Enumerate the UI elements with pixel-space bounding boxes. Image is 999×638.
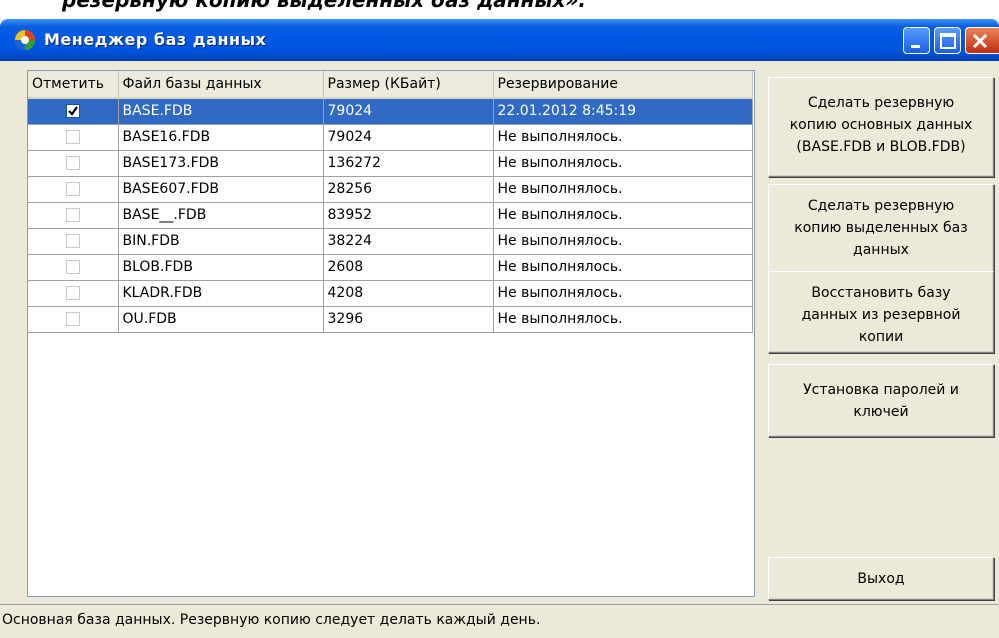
button-label-line: данных из резервной xyxy=(801,307,961,323)
exit-button-label: Выход xyxy=(857,571,905,587)
table-row[interactable]: OU.FDB 3296 Не выполнялось. xyxy=(28,306,753,333)
button-label-line: Восстановить базу xyxy=(811,285,951,301)
button-label-line: копию выделенных баз xyxy=(794,220,968,236)
database-list[interactable]: Отметить Файл базы данных Размер (КБайт)… xyxy=(27,70,755,597)
table-row[interactable]: BASE16.FDB 79024 Не выполнялось. xyxy=(28,124,753,151)
minimize-button[interactable] xyxy=(903,27,930,54)
status-text: Основная база данных. Резервную копию сл… xyxy=(2,612,541,628)
button-label-line: Сделать резервную xyxy=(807,198,955,214)
backup-status-cell: Не выполнялось. xyxy=(493,228,753,255)
table-row[interactable]: BASE__.FDB 83952 Не выполнялось. xyxy=(28,202,753,229)
status-bar: Основная база данных. Резервную копию сл… xyxy=(0,604,999,638)
row-checkbox[interactable] xyxy=(65,234,80,248)
set-passwords-button[interactable]: Установка паролей и ключей xyxy=(768,364,994,437)
column-header-file[interactable]: Файл базы данных xyxy=(118,71,324,99)
file-name-cell: BIN.FDB xyxy=(118,228,324,255)
backup-status-cell: Не выполнялось. xyxy=(493,176,753,203)
backup-status-cell: Не выполнялось. xyxy=(493,150,753,177)
exit-button[interactable]: Выход xyxy=(768,557,994,600)
close-icon xyxy=(972,33,988,49)
mark-cell xyxy=(28,202,119,229)
file-size-cell: 4208 xyxy=(323,280,494,307)
file-size-cell: 2608 xyxy=(323,254,494,281)
button-label-line: Сделать резервную xyxy=(807,95,955,111)
document-caption: резервную копию выделенных баз данных». xyxy=(0,0,999,19)
mark-cell xyxy=(28,280,119,307)
window-title: Менеджер баз данных xyxy=(44,30,267,49)
table-row[interactable]: BASE607.FDB 28256 Не выполнялось. xyxy=(28,176,753,203)
backup-main-data-button[interactable]: Сделать резервную копию основных данных … xyxy=(768,77,994,177)
mark-cell xyxy=(28,176,119,203)
row-checkbox[interactable] xyxy=(65,260,80,274)
backup-status-cell: Не выполнялось. xyxy=(493,306,753,333)
row-checkbox[interactable] xyxy=(65,156,80,170)
mark-cell xyxy=(28,228,119,255)
button-label-line: копии xyxy=(858,329,904,345)
file-size-cell: 3296 xyxy=(323,306,494,333)
file-size-cell: 79024 xyxy=(323,98,494,125)
file-size-cell: 38224 xyxy=(323,228,494,255)
maximize-button[interactable] xyxy=(934,27,961,54)
file-name-cell: BASE.FDB xyxy=(118,98,324,125)
mark-cell xyxy=(28,124,119,151)
button-label-line: ключей xyxy=(853,404,909,420)
mark-cell xyxy=(28,98,119,125)
backup-selected-button[interactable]: Сделать резервную копию выделенных баз д… xyxy=(768,184,994,274)
button-label-line: данных xyxy=(853,242,909,258)
file-name-cell: BASE607.FDB xyxy=(118,176,324,203)
file-size-cell: 79024 xyxy=(323,124,494,151)
row-checkbox[interactable] xyxy=(65,130,80,144)
file-name-cell: BASE16.FDB xyxy=(118,124,324,151)
button-label-line: Установка паролей и xyxy=(803,382,959,398)
file-name-cell: BASE173.FDB xyxy=(118,150,324,177)
maximize-icon xyxy=(940,33,956,49)
backup-status-cell: Не выполнялось. xyxy=(493,124,753,151)
checkmark-icon xyxy=(67,106,78,116)
backup-status-cell: Не выполнялось. xyxy=(493,280,753,307)
column-header-size[interactable]: Размер (КБайт) xyxy=(323,71,494,99)
table-row[interactable]: BASE.FDB 79024 22.01.2012 8:45:19 xyxy=(28,98,753,125)
title-bar[interactable]: Менеджер баз данных xyxy=(0,19,999,61)
row-checkbox[interactable] xyxy=(65,312,80,326)
mark-cell xyxy=(28,150,119,177)
caption-text: резервную копию выделенных баз данных». xyxy=(62,0,587,12)
mark-cell xyxy=(28,254,119,281)
backup-status-cell: Не выполнялось. xyxy=(493,254,753,281)
button-label-line: копию основных данных xyxy=(789,117,973,133)
column-header-backup[interactable]: Резервирование xyxy=(493,71,753,99)
file-name-cell: OU.FDB xyxy=(118,306,324,333)
backup-status-cell: Не выполнялось. xyxy=(493,202,753,229)
row-checkbox[interactable] xyxy=(65,286,80,300)
close-button[interactable] xyxy=(965,27,999,54)
file-name-cell: KLADR.FDB xyxy=(118,280,324,307)
button-label-line: (BASE.FDB и BLOB.FDB) xyxy=(796,139,966,155)
mark-cell xyxy=(28,306,119,333)
file-size-cell: 136272 xyxy=(323,150,494,177)
database-table: Отметить Файл базы данных Размер (КБайт)… xyxy=(28,71,753,333)
app-icon xyxy=(15,30,35,50)
minimize-icon xyxy=(911,45,920,48)
table-row[interactable]: BASE173.FDB 136272 Не выполнялось. xyxy=(28,150,753,177)
row-checkbox[interactable] xyxy=(65,182,80,196)
table-row[interactable]: BIN.FDB 38224 Не выполнялось. xyxy=(28,228,753,255)
table-header-row: Отметить Файл базы данных Размер (КБайт)… xyxy=(28,71,753,99)
row-checkbox[interactable] xyxy=(65,104,80,119)
row-checkbox[interactable] xyxy=(65,208,80,222)
file-size-cell: 83952 xyxy=(323,202,494,229)
backup-status-cell: 22.01.2012 8:45:19 xyxy=(493,98,753,125)
file-name-cell: BASE__.FDB xyxy=(118,202,324,229)
file-size-cell: 28256 xyxy=(323,176,494,203)
database-manager-window: Менеджер баз данных Отметить Файл базы д… xyxy=(0,19,999,638)
file-name-cell: BLOB.FDB xyxy=(118,254,324,281)
table-row[interactable]: BLOB.FDB 2608 Не выполнялось. xyxy=(28,254,753,281)
restore-database-button[interactable]: Восстановить базу данных из резервной ко… xyxy=(768,271,994,353)
column-header-mark[interactable]: Отметить xyxy=(28,71,119,99)
table-row[interactable]: KLADR.FDB 4208 Не выполнялось. xyxy=(28,280,753,307)
